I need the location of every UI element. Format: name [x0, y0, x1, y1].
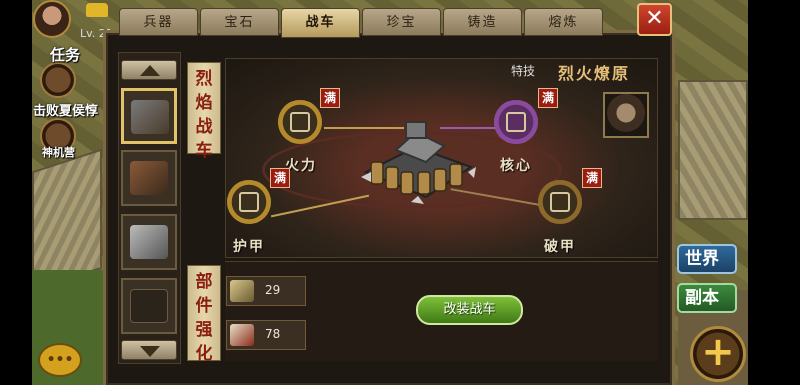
scroll-down-button[interactable]	[121, 340, 177, 360]
task-label: 任务	[50, 46, 81, 64]
part-armor-label: 护甲	[233, 239, 265, 255]
world-button[interactable]: 世界	[677, 244, 737, 274]
chariot-icon	[131, 100, 169, 134]
gear-icon	[550, 192, 570, 212]
part-pierce-label: 破甲	[544, 239, 576, 255]
letterbox-left	[0, 0, 32, 385]
fortress-wall	[678, 80, 748, 220]
chat-button[interactable]: •••	[38, 343, 82, 377]
camp-label: 神机营	[42, 146, 75, 159]
max-badge: 满	[320, 88, 340, 108]
chariot-name-label: 烈焰战车	[187, 62, 221, 161]
scroll-icon	[230, 324, 254, 346]
chariot-icon	[130, 225, 168, 259]
tool-icon	[230, 280, 254, 302]
material-box[interactable]: 78	[226, 320, 306, 350]
chariot-model	[361, 121, 476, 204]
part-pierce-icon[interactable]	[538, 180, 582, 224]
task-text[interactable]: 击败夏侯惇	[33, 100, 98, 119]
part-armor-icon[interactable]	[227, 180, 271, 224]
dungeon-button[interactable]: 副本	[677, 283, 737, 313]
chat-bubble-icon: •••	[46, 352, 74, 368]
lock-icon	[130, 289, 168, 323]
close-button[interactable]: ✕	[637, 3, 672, 36]
part-upgrade-label: 部件强化	[187, 265, 221, 364]
max-badge: 满	[538, 88, 558, 108]
skill-name: 烈火燎原	[558, 64, 631, 83]
tab-weapons[interactable]: 兵器	[119, 8, 198, 36]
chariot-icon	[130, 161, 168, 195]
part-firepower-icon[interactable]	[278, 100, 322, 144]
tab-bar: 兵器 宝石 战车 珍宝 铸造 熔炼	[0, 8, 800, 38]
material-box[interactable]: 29	[226, 276, 306, 306]
arrow-up-icon	[140, 65, 160, 76]
chariot-thumb-3[interactable]	[121, 214, 177, 270]
gear-icon	[239, 192, 259, 212]
gear-icon	[506, 112, 526, 132]
arrow-down-icon	[140, 346, 160, 357]
chariot-thumb-locked[interactable]	[121, 278, 177, 334]
part-core-label: 核心	[500, 158, 532, 174]
tab-forge[interactable]: 铸造	[443, 8, 522, 36]
expand-menu-button[interactable]: +	[690, 326, 746, 382]
max-badge: 满	[582, 168, 602, 188]
hero-portrait[interactable]	[603, 92, 649, 138]
task-button[interactable]	[40, 62, 76, 98]
tab-smelt[interactable]: 熔炼	[524, 8, 603, 36]
letterbox-right	[748, 0, 800, 385]
chariot-thumb-2[interactable]	[121, 150, 177, 206]
gear-icon	[290, 112, 310, 132]
tab-chariot[interactable]: 战车	[281, 8, 360, 38]
max-badge: 满	[270, 168, 290, 188]
tab-treasure[interactable]: 珍宝	[362, 8, 441, 36]
tab-gems[interactable]: 宝石	[200, 8, 279, 36]
chariot-thumb-flame[interactable]	[121, 88, 177, 144]
scroll-up-button[interactable]	[121, 60, 177, 80]
material-count: 29	[265, 283, 281, 297]
material-count: 78	[265, 327, 281, 341]
skill-title: 特技	[511, 64, 536, 78]
part-core-icon[interactable]	[494, 100, 538, 144]
refit-chariot-button[interactable]: 改装战车	[416, 295, 523, 325]
